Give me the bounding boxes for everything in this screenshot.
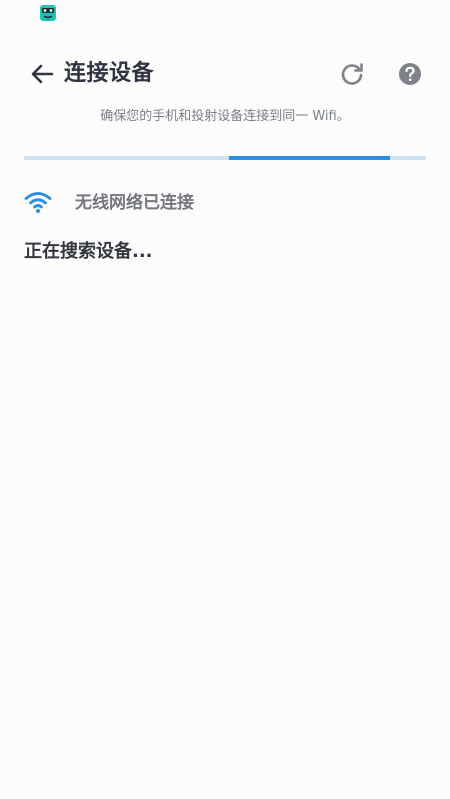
instruction-text: 确保您的手机和投射设备连接到同一 Wifi。 xyxy=(100,109,350,124)
app-mascot-icon xyxy=(40,5,56,21)
page-title: 连接设备 xyxy=(64,61,155,86)
wifi-connected-label: 无线网络已连接 xyxy=(75,193,194,213)
wifi-status-row: 无线网络已连接 xyxy=(24,187,424,219)
header-bar: 连接设备 xyxy=(0,52,450,96)
step-progress-fill xyxy=(229,156,390,160)
step-progress-bar xyxy=(24,156,426,160)
searching-devices-label: 正在搜索设备... xyxy=(24,241,153,262)
wifi-icon xyxy=(24,192,52,213)
refresh-icon[interactable] xyxy=(338,60,366,88)
question-circle-icon[interactable] xyxy=(397,61,423,87)
arrow-left-icon[interactable] xyxy=(28,60,56,88)
status-bar xyxy=(0,0,450,26)
